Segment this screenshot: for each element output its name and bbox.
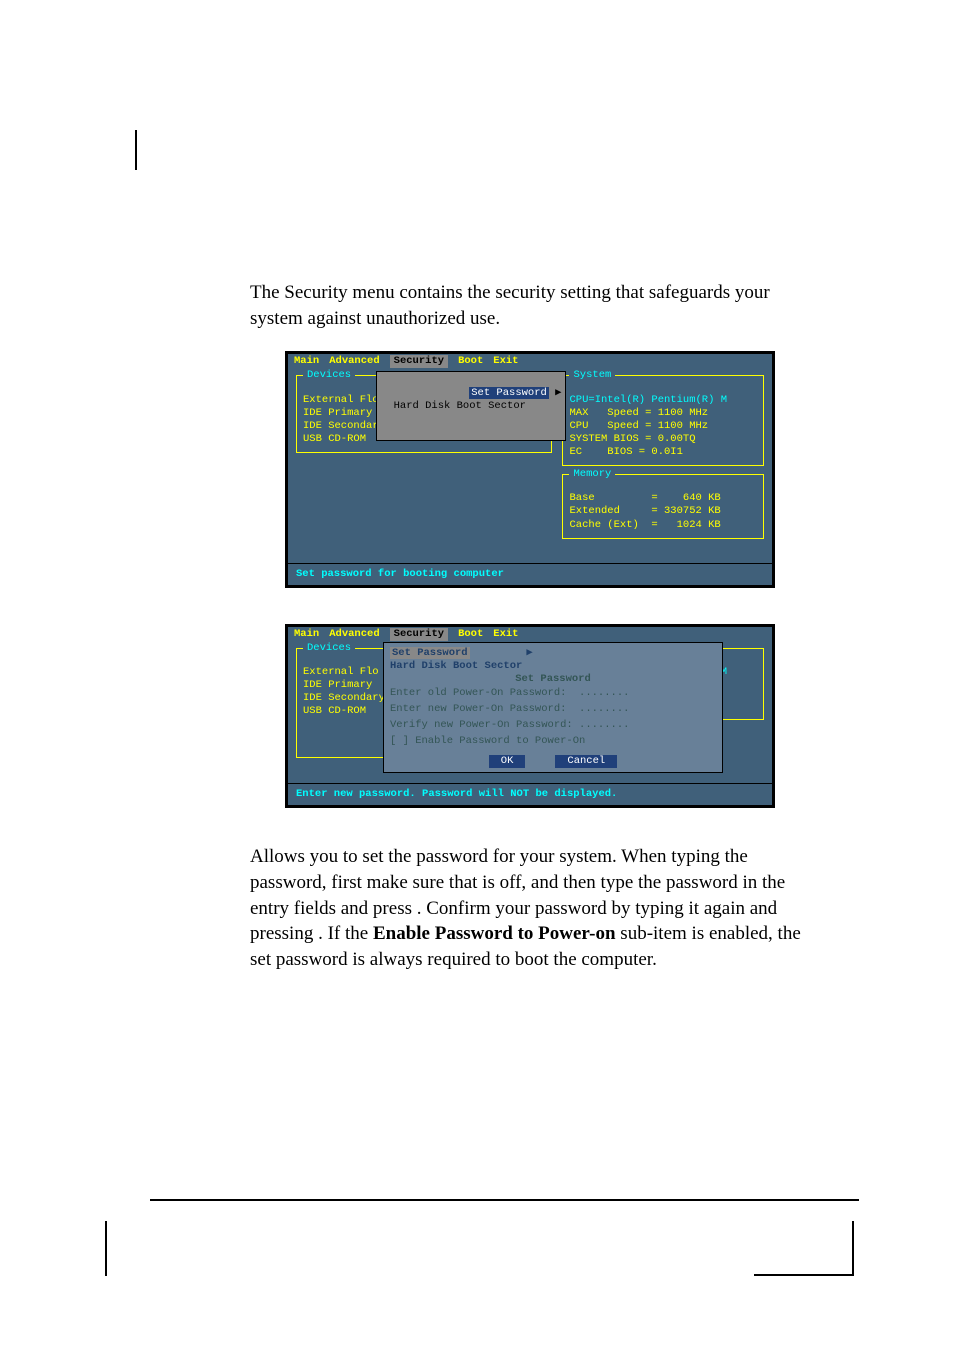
crop-mark-top [135, 130, 137, 170]
bold-enable-password: Enable Password to Power-on [373, 923, 616, 944]
closing-paragraph: Allows you to set the password for your … [250, 844, 810, 972]
set-password-dialog: Set Password ▶ Hard Disk Boot Sector Set… [383, 642, 723, 774]
popup-set-password: Set Password [469, 387, 549, 399]
menu-exit: Exit [493, 355, 518, 368]
menu-main-2: Main [294, 628, 319, 641]
dlg-ok-button: OK [489, 755, 526, 768]
menu-advanced-2: Advanced [329, 628, 379, 641]
menu-boot: Boot [458, 355, 483, 368]
status-bar-1: Set password for booting computer [288, 563, 772, 585]
sys-cpu-speed: CPU Speed = 1100 MHz [569, 420, 757, 433]
devices-title: Devices [303, 369, 355, 382]
dlg-top-item2: Hard Disk Boot Sector [390, 660, 716, 673]
sys-max-speed: MAX Speed = 1100 MHz [569, 407, 757, 420]
dlg-new-password: Enter new Power-On Password: ........ [390, 702, 716, 718]
menu-security-2: Security [390, 628, 448, 641]
system-title: System [569, 369, 615, 382]
menu-advanced: Advanced [329, 355, 379, 368]
menu-exit-2: Exit [493, 628, 518, 641]
intro-paragraph: The Security menu contains the security … [250, 280, 810, 331]
bios-screenshot-2: Main Advanced Security Boot Exit Devices… [285, 624, 775, 809]
dlg-top-item1: Set Password [390, 647, 470, 659]
menu-main: Main [294, 355, 319, 368]
menu-security: Security [390, 355, 448, 368]
system-panel: System CPU=Intel(R) Pentium(R) M MAX Spe… [562, 375, 764, 466]
memory-panel: Memory Base = 640 KB Extended = 330752 K… [562, 474, 764, 539]
dlg-verify-password: Verify new Power-On Password: ........ [390, 718, 716, 734]
dlg-enable-checkbox: [ ] Enable Password to Power-On [390, 734, 716, 750]
memory-title: Memory [569, 468, 615, 481]
popup-hdd-boot-sector: Hard Disk Boot Sector [381, 400, 561, 413]
mem-extended: Extended = 330752 KB [569, 505, 757, 518]
devices-panel: Devices Set Password ▶ Hard Disk Boot Se… [296, 375, 552, 453]
menu-boot-2: Boot [458, 628, 483, 641]
devices-title-2: Devices [303, 642, 355, 655]
mem-base: Base = 640 KB [569, 492, 757, 505]
dlg-title: Set Password [390, 673, 716, 686]
dlg-cancel-button: Cancel [555, 755, 617, 768]
security-popup: Set Password ▶ Hard Disk Boot Sector [376, 371, 566, 441]
crop-mark-corner-v [852, 1221, 854, 1276]
bios-menu-bar-2: Main Advanced Security Boot Exit [288, 627, 772, 642]
sys-bios: SYSTEM BIOS = 0.00TQ [569, 433, 757, 446]
page-footer-rule [150, 1199, 859, 1201]
crop-mark-bottom-left [105, 1221, 107, 1276]
crop-mark-corner-h [754, 1274, 854, 1276]
status-bar-2: Enter new password. Password will NOT be… [288, 783, 772, 805]
bios-menu-bar: Main Advanced Security Boot Exit [288, 354, 772, 369]
mem-cache: Cache (Ext) = 1024 KB [569, 519, 757, 532]
bios-screenshot-1: Main Advanced Security Boot Exit Devices… [285, 351, 775, 588]
dlg-old-password: Enter old Power-On Password: ........ [390, 686, 716, 702]
sys-cpu: CPU=Intel(R) Pentium(R) M [569, 394, 757, 407]
sys-ec-bios: EC BIOS = 0.0I1 [569, 446, 757, 459]
